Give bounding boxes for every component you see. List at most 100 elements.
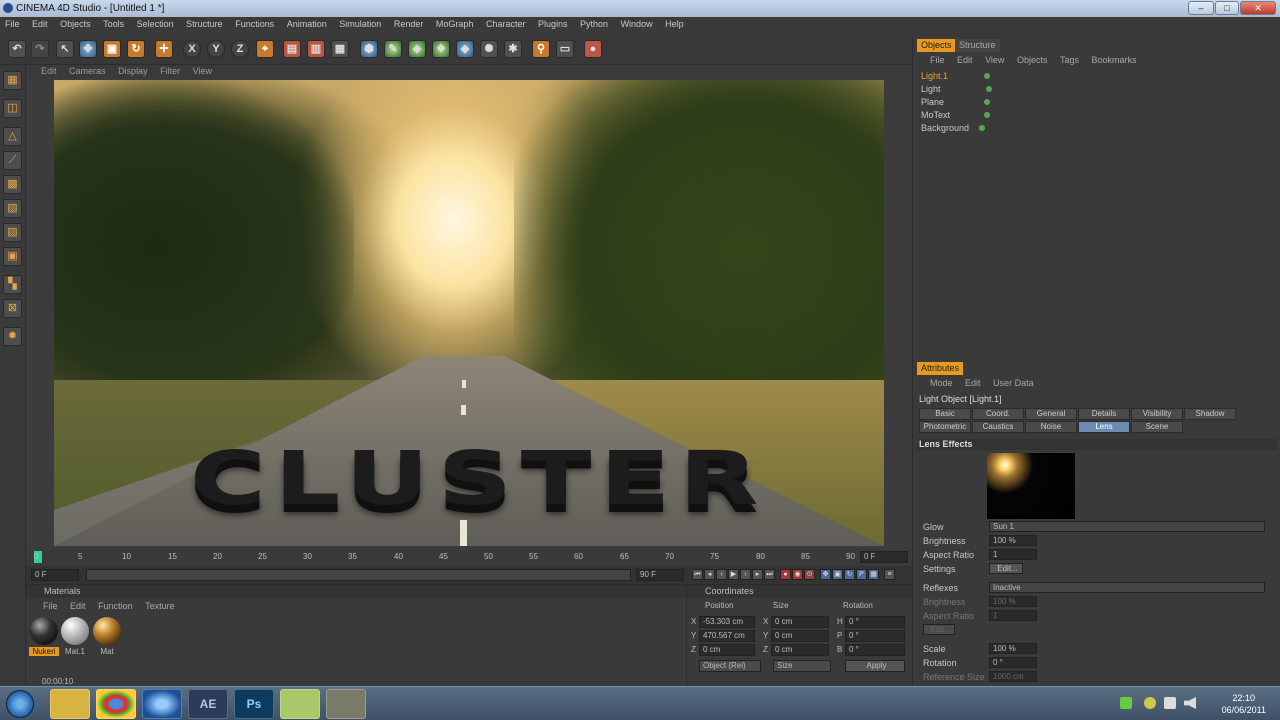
- viewport-menu-view[interactable]: View: [188, 65, 217, 77]
- use-object-mode-icon[interactable]: ◫: [3, 99, 22, 118]
- visibility-icon[interactable]: [979, 125, 986, 131]
- menu-tools[interactable]: Tools: [98, 17, 129, 31]
- close-button[interactable]: ✕: [1240, 1, 1276, 15]
- chrome-icon[interactable]: [96, 689, 136, 719]
- snap-icon[interactable]: ⊠: [3, 299, 22, 318]
- attr-tab-scene[interactable]: Scene: [1131, 421, 1183, 433]
- material-swatch[interactable]: [93, 617, 121, 645]
- keyframe-selection-icon[interactable]: ⊙: [804, 569, 815, 580]
- after-effects-icon[interactable]: AE: [188, 689, 228, 719]
- viewport-menu-edit[interactable]: Edit: [36, 65, 62, 77]
- object-row[interactable]: MoText: [921, 109, 991, 122]
- menu-python[interactable]: Python: [575, 17, 613, 31]
- material-swatch[interactable]: [61, 617, 89, 645]
- size-x-field[interactable]: 0 cm: [771, 616, 829, 628]
- tab-attributes[interactable]: Attributes: [917, 362, 964, 375]
- rotation-field[interactable]: 0 °: [989, 657, 1037, 668]
- workplane-icon[interactable]: ✹: [3, 327, 22, 346]
- size-y-field[interactable]: 0 cm: [771, 630, 829, 642]
- taskbar-clock[interactable]: 22:10 06/06/2011: [1222, 692, 1266, 716]
- tray-app-icon[interactable]: [1144, 697, 1156, 709]
- visibility-icon[interactable]: [985, 86, 992, 92]
- use-edges-mode-icon[interactable]: ⟋: [3, 151, 22, 170]
- texture-mode-icon[interactable]: ▣: [3, 247, 22, 266]
- aspect-ratio-field[interactable]: 1: [989, 549, 1037, 560]
- materials-menu-function[interactable]: Function: [93, 600, 138, 612]
- nurbs-icon[interactable]: ◈: [408, 40, 426, 58]
- render-settings-icon[interactable]: ▦: [331, 40, 349, 58]
- menu-animation[interactable]: Animation: [282, 17, 332, 31]
- position-y-field[interactable]: 470.567 cm: [699, 630, 755, 642]
- end-frame-field[interactable]: 90 F: [636, 569, 684, 581]
- menu-character[interactable]: Character: [481, 17, 531, 31]
- objects-menu-edit[interactable]: Edit: [952, 54, 978, 66]
- cinema4d-taskbar-icon[interactable]: [142, 689, 182, 719]
- tray-update-icon[interactable]: [1120, 697, 1132, 709]
- position-z-field[interactable]: 0 cm: [699, 644, 755, 656]
- use-uv-polygons-icon[interactable]: ▧: [3, 223, 22, 242]
- render-picture-viewer-icon[interactable]: ▥: [307, 40, 325, 58]
- light-icon[interactable]: ▭: [556, 40, 574, 58]
- material-label[interactable]: Mat.1: [60, 647, 90, 656]
- object-row[interactable]: Light: [921, 83, 992, 96]
- environment-icon[interactable]: ✱: [504, 40, 522, 58]
- settings-edit-button[interactable]: Edit...: [989, 563, 1023, 574]
- attributes-menu-mode[interactable]: Mode: [925, 377, 958, 389]
- position-key-icon[interactable]: ✥: [820, 569, 831, 580]
- menu-plugins[interactable]: Plugins: [533, 17, 573, 31]
- 3d-viewport[interactable]: CLUSTER: [54, 80, 884, 546]
- material-label[interactable]: Nukeri: [29, 647, 59, 656]
- cube-primitive-icon[interactable]: ⬢: [360, 40, 378, 58]
- menu-mograph[interactable]: MoGraph: [431, 17, 479, 31]
- menu-objects[interactable]: Objects: [55, 17, 96, 31]
- attributes-menu-userdata[interactable]: User Data: [988, 377, 1039, 389]
- attr-tab-details[interactable]: Details: [1078, 408, 1130, 420]
- autokey-icon[interactable]: ◉: [792, 569, 803, 580]
- use-points-mode-icon[interactable]: △: [3, 127, 22, 146]
- object-row[interactable]: Background: [921, 122, 986, 135]
- objects-menu-file[interactable]: File: [925, 54, 950, 66]
- position-x-field[interactable]: -53.303 cm: [699, 616, 755, 628]
- goto-start-icon[interactable]: ⏮: [692, 569, 703, 580]
- menu-window[interactable]: Window: [616, 17, 658, 31]
- tab-objects[interactable]: Objects: [917, 39, 956, 52]
- prev-frame-icon[interactable]: ‹: [716, 569, 727, 580]
- record-icon[interactable]: ●: [584, 40, 602, 58]
- brightness-field[interactable]: 100 %: [989, 535, 1037, 546]
- rotate-tool-icon[interactable]: ↻: [127, 40, 145, 58]
- scale-key-icon[interactable]: ▣: [832, 569, 843, 580]
- viewport-menu-filter[interactable]: Filter: [155, 65, 185, 77]
- record-keys-icon[interactable]: ●: [780, 569, 791, 580]
- parameter-key-icon[interactable]: P: [856, 569, 867, 580]
- menu-simulation[interactable]: Simulation: [334, 17, 386, 31]
- spline-pen-icon[interactable]: ✎: [384, 40, 402, 58]
- timeline-ruler[interactable]: 0 5 10 15 20 25 30 35 40 45 50 55 60 65 …: [26, 548, 912, 566]
- undo-icon[interactable]: ↶: [8, 40, 26, 58]
- object-row[interactable]: Light.1: [921, 70, 991, 83]
- menu-functions[interactable]: Functions: [230, 17, 279, 31]
- menu-render[interactable]: Render: [389, 17, 429, 31]
- minimize-button[interactable]: ‒: [1188, 1, 1214, 15]
- objects-menu-view[interactable]: View: [980, 54, 1009, 66]
- prev-key-icon[interactable]: ◂: [704, 569, 715, 580]
- rotation-h-field[interactable]: 0 °: [845, 616, 905, 628]
- apply-button[interactable]: Apply: [845, 660, 905, 672]
- next-key-icon[interactable]: ▸: [752, 569, 763, 580]
- notes-icon[interactable]: [280, 689, 320, 719]
- coordinate-mode-select[interactable]: Object (Rel): [699, 660, 761, 672]
- render-view-icon[interactable]: ▤: [283, 40, 301, 58]
- attributes-menu-edit[interactable]: Edit: [960, 377, 986, 389]
- timeline-menu-icon[interactable]: ≡: [884, 569, 895, 580]
- visibility-icon[interactable]: [984, 112, 991, 118]
- menu-help[interactable]: Help: [660, 17, 689, 31]
- redo-icon[interactable]: ↷: [31, 40, 49, 58]
- frame-end-field[interactable]: 0 F: [860, 551, 908, 563]
- size-z-field[interactable]: 0 cm: [771, 644, 829, 656]
- scale-field[interactable]: 100 %: [989, 643, 1037, 654]
- menu-structure[interactable]: Structure: [181, 17, 228, 31]
- attr-tab-basic[interactable]: Basic: [919, 408, 971, 420]
- attr-tab-general[interactable]: General: [1025, 408, 1077, 420]
- materials-menu-texture[interactable]: Texture: [140, 600, 180, 612]
- select-arrow-icon[interactable]: ↖: [56, 40, 74, 58]
- use-polygons-mode-icon[interactable]: ▩: [3, 175, 22, 194]
